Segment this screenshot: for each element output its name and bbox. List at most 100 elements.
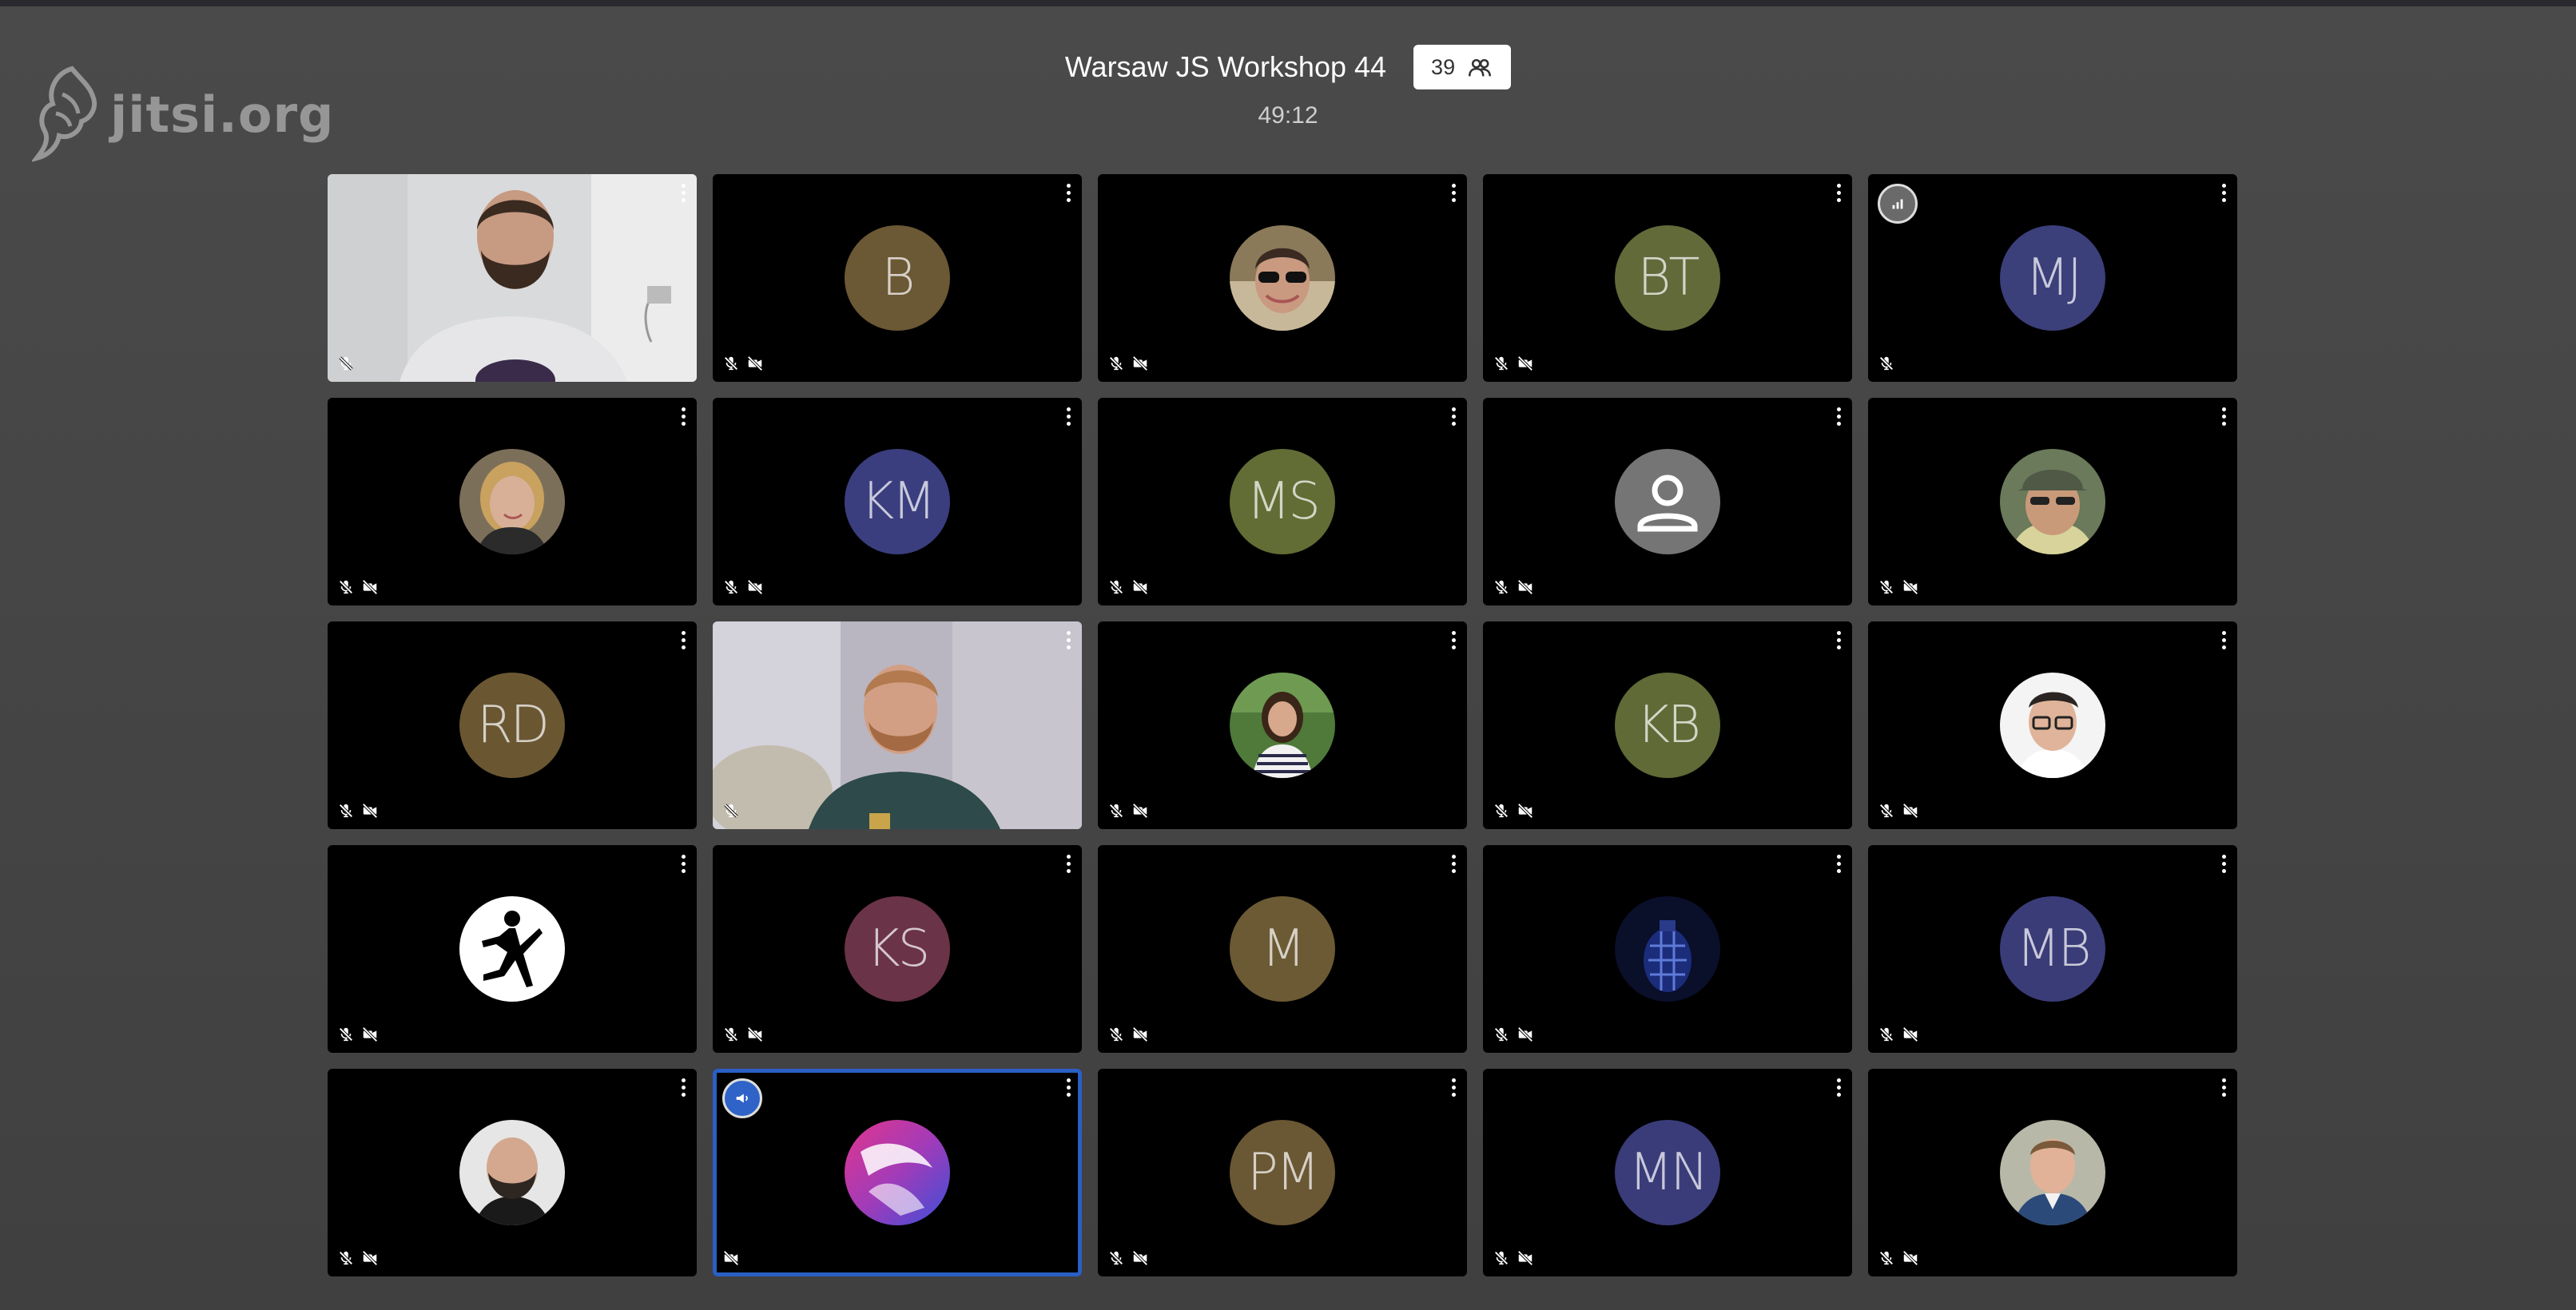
tile-menu-button[interactable] [2222, 1078, 2226, 1097]
participant-tile[interactable]: KM [713, 398, 1082, 605]
tile-menu-button[interactable] [1837, 407, 1841, 426]
camera-off-icon [1902, 579, 1918, 595]
mic-muted-icon [1109, 356, 1123, 371]
mic-muted-icon [339, 1027, 353, 1042]
mic-muted-icon [724, 580, 738, 594]
participant-count-button[interactable]: 39 [1413, 45, 1512, 89]
participant-tile[interactable] [713, 1069, 1082, 1276]
camera-off-icon [723, 1250, 739, 1266]
participant-tile[interactable]: BT [1483, 174, 1852, 382]
tile-menu-button[interactable] [682, 855, 686, 873]
tile-menu-button[interactable] [1452, 184, 1456, 202]
tile-menu-button[interactable] [1067, 184, 1071, 202]
participant-tile[interactable] [328, 845, 697, 1053]
tile-status-icons [1878, 1249, 1919, 1267]
tile-menu-button[interactable] [2222, 184, 2226, 202]
tile-menu-button[interactable] [1067, 1078, 1071, 1097]
participant-tile[interactable]: MJ [1868, 174, 2237, 382]
camera-off-icon [1132, 579, 1148, 595]
tile-menu-button[interactable] [2222, 407, 2226, 426]
avatar-initials: BT [1637, 248, 1700, 308]
camera-off-icon [362, 1250, 378, 1266]
camera-off-icon [1132, 1250, 1148, 1266]
tile-status-icons [722, 578, 764, 596]
camera-off-icon [747, 579, 763, 595]
mic-muted-icon [1494, 804, 1509, 818]
tile-menu-button[interactable] [1837, 855, 1841, 873]
participant-tile[interactable] [1868, 398, 2237, 605]
camera-off-icon [1517, 355, 1533, 371]
participant-tile[interactable] [1483, 398, 1852, 605]
meeting-timer: 49:12 [1258, 102, 1318, 129]
participant-avatar [459, 896, 565, 1002]
participant-tile[interactable] [1098, 621, 1467, 829]
participant-tile[interactable]: KS [713, 845, 1082, 1053]
tile-status-icons [1493, 802, 1534, 820]
participant-avatar: M [1230, 896, 1335, 1002]
participant-tile[interactable] [1868, 621, 2237, 829]
mic-muted-icon [1109, 1027, 1123, 1042]
participant-tile[interactable] [328, 174, 697, 382]
participant-tile[interactable]: MN [1483, 1069, 1852, 1276]
tile-menu-button[interactable] [1452, 1078, 1456, 1097]
tile-menu-button[interactable] [2222, 631, 2226, 649]
tile-status-icons [1107, 355, 1149, 372]
participant-tile[interactable] [1483, 845, 1852, 1053]
camera-off-icon [1902, 803, 1918, 819]
participant-photo [459, 896, 565, 1002]
tile-menu-button[interactable] [2222, 855, 2226, 873]
avatar-initials: MN [1628, 1143, 1708, 1202]
tile-menu-button[interactable] [1067, 855, 1071, 873]
participant-photo [1230, 225, 1335, 331]
participant-avatar [459, 449, 565, 554]
participant-avatar: KB [1615, 673, 1720, 778]
mic-muted-icon [1109, 804, 1123, 818]
tile-menu-button[interactable] [1067, 407, 1071, 426]
tile-menu-button[interactable] [682, 184, 686, 202]
camera-off-icon [362, 1026, 378, 1042]
participant-tile[interactable]: KB [1483, 621, 1852, 829]
camera-off-icon [362, 803, 378, 819]
mic-muted-icon [1494, 1027, 1509, 1042]
tile-menu-button[interactable] [682, 631, 686, 649]
participant-avatar: MN [1615, 1120, 1720, 1225]
tile-menu-button[interactable] [1452, 855, 1456, 873]
meeting-title: Warsaw JS Workshop 44 [1064, 50, 1387, 83]
participant-avatar: MB [2000, 896, 2105, 1002]
participant-count: 39 [1431, 54, 1456, 79]
participant-tile[interactable] [1098, 174, 1467, 382]
tile-menu-button[interactable] [1452, 631, 1456, 649]
participant-tile[interactable]: RD [328, 621, 697, 829]
tile-menu-button[interactable] [682, 407, 686, 426]
tile-status-icons [1493, 1249, 1534, 1267]
participant-photo [459, 1120, 565, 1225]
tile-menu-button[interactable] [1837, 1078, 1841, 1097]
participant-tile[interactable] [713, 621, 1082, 829]
participant-tile[interactable]: MS [1098, 398, 1467, 605]
connection-signal-icon[interactable] [1878, 184, 1918, 224]
tile-status-icons [337, 355, 355, 372]
tile-status-icons [722, 1249, 740, 1267]
tile-menu-button[interactable] [1452, 407, 1456, 426]
participant-avatar: MJ [2000, 225, 2105, 331]
participant-avatar [2000, 449, 2105, 554]
tile-menu-button[interactable] [1837, 184, 1841, 202]
avatar-initials: RD [477, 696, 550, 755]
participant-tile[interactable] [1868, 1069, 2237, 1276]
participant-avatar [845, 1120, 950, 1225]
mic-muted-icon [1879, 580, 1894, 594]
participant-tile[interactable]: MB [1868, 845, 2237, 1053]
participant-tile[interactable]: M [1098, 845, 1467, 1053]
participant-video [713, 621, 1082, 829]
tile-menu-button[interactable] [682, 1078, 686, 1097]
participant-avatar [1615, 449, 1720, 554]
participant-tile[interactable]: B [713, 174, 1082, 382]
camera-off-icon [1902, 1026, 1918, 1042]
participant-tile[interactable] [328, 398, 697, 605]
tile-menu-button[interactable] [1837, 631, 1841, 649]
participant-tile[interactable] [328, 1069, 697, 1276]
camera-off-icon [1132, 803, 1148, 819]
mic-muted-icon [339, 1251, 353, 1265]
participant-tile[interactable]: PM [1098, 1069, 1467, 1276]
tile-menu-button[interactable] [1067, 631, 1071, 649]
